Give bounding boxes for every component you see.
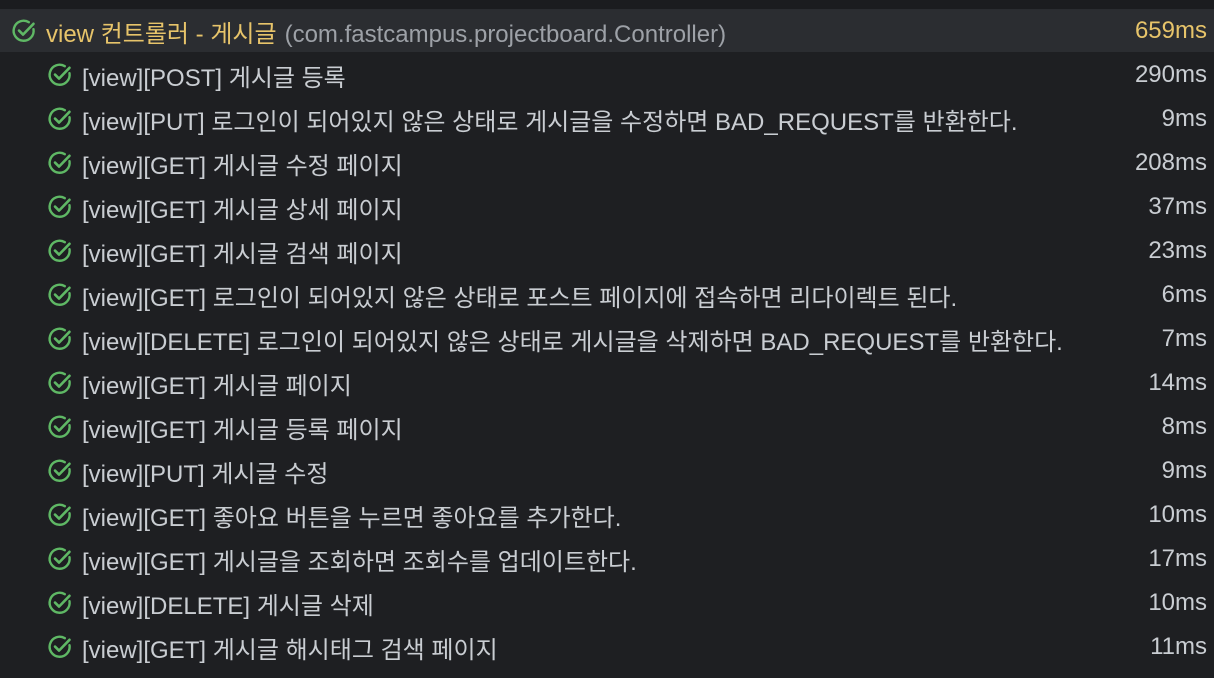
test-results-panel: view 컨트롤러 - 게시글 (com.fastcampus.projectbo… <box>0 0 1214 678</box>
test-name: [view][DELETE] 게시글 삭제 <box>82 592 374 620</box>
test-duration: 17ms <box>1148 545 1207 572</box>
check-circle-icon <box>46 633 74 661</box>
test-row[interactable]: [view][GET] 게시글 등록 페이지 8ms <box>0 405 1214 449</box>
test-row[interactable]: [view][DELETE] 로그인이 되어있지 않은 상태로 게시글을 삭제하… <box>0 317 1214 361</box>
test-name: [view][POST] 게시글 등록 <box>82 64 346 92</box>
test-name: [view][GET] 게시글 등록 페이지 <box>82 416 403 444</box>
test-name: [view][GET] 게시글 페이지 <box>82 372 352 400</box>
test-name: [view][GET] 게시글 해시태그 검색 페이지 <box>82 636 498 664</box>
test-row[interactable]: [view][POST] 게시글 등록 290ms <box>0 53 1214 97</box>
test-duration: 10ms <box>1148 589 1207 616</box>
test-suite-duration: 659ms <box>1134 17 1207 44</box>
check-circle-icon <box>46 457 74 485</box>
test-name: [view][PUT] 게시글 수정 <box>82 460 329 488</box>
test-name: [view][GET] 게시글을 조회하면 조회수를 업데이트한다. <box>82 548 637 576</box>
test-suite-row[interactable]: view 컨트롤러 - 게시글 (com.fastcampus.projectbo… <box>0 10 1214 52</box>
test-row[interactable]: [view][GET] 게시글 페이지 14ms <box>0 361 1214 405</box>
test-duration: 11ms <box>1150 633 1207 660</box>
test-duration: 23ms <box>1148 237 1207 264</box>
check-circle-icon <box>10 17 38 45</box>
check-circle-icon <box>46 105 74 133</box>
test-row[interactable]: [view][GET] 로그인이 되어있지 않은 상태로 포스트 페이지에 접속… <box>0 273 1214 317</box>
test-row[interactable]: [view][GET] 게시글을 조회하면 조회수를 업데이트한다. 17ms <box>0 537 1214 581</box>
check-circle-icon <box>46 369 74 397</box>
test-duration: 10ms <box>1148 501 1207 528</box>
check-circle-icon <box>46 589 74 617</box>
test-duration: 290ms <box>1134 61 1207 88</box>
test-name: [view][DELETE] 로그인이 되어있지 않은 상태로 게시글을 삭제하… <box>82 328 1063 356</box>
check-circle-icon <box>46 237 74 265</box>
test-duration: 14ms <box>1148 369 1207 396</box>
test-duration: 208ms <box>1134 149 1207 176</box>
test-name: [view][GET] 게시글 검색 페이지 <box>82 240 403 268</box>
test-row[interactable]: [view][GET] 게시글 수정 페이지 208ms <box>0 141 1214 185</box>
test-name: [view][PUT] 로그인이 되어있지 않은 상태로 게시글을 수정하면 B… <box>82 108 1018 136</box>
test-row[interactable]: [view][PUT] 게시글 수정 9ms <box>0 449 1214 493</box>
test-duration: 9ms <box>1161 105 1207 132</box>
test-row[interactable]: [view][GET] 게시글 해시태그 검색 페이지 11ms <box>0 625 1214 669</box>
check-circle-icon <box>46 61 74 89</box>
test-row[interactable]: [view][PUT] 로그인이 되어있지 않은 상태로 게시글을 수정하면 B… <box>0 97 1214 141</box>
check-circle-icon <box>46 545 74 573</box>
check-circle-icon <box>46 325 74 353</box>
test-name: [view][GET] 로그인이 되어있지 않은 상태로 포스트 페이지에 접속… <box>82 284 958 312</box>
test-suite-name: view 컨트롤러 - 게시글 <box>46 20 277 48</box>
test-duration: 9ms <box>1161 457 1207 484</box>
check-circle-icon <box>46 501 74 529</box>
check-circle-icon <box>46 149 74 177</box>
test-name: [view][GET] 게시글 수정 페이지 <box>82 152 403 180</box>
test-suite-package: (com.fastcampus.projectboard.Controller) <box>284 20 727 48</box>
test-name: [view][GET] 좋아요 버튼을 누르면 좋아요를 추가한다. <box>82 504 622 532</box>
check-circle-icon <box>46 413 74 441</box>
check-circle-icon <box>46 281 74 309</box>
check-circle-icon <box>46 193 74 221</box>
test-duration: 6ms <box>1161 281 1207 308</box>
test-duration: 37ms <box>1148 193 1207 220</box>
test-name: [view][GET] 게시글 상세 페이지 <box>82 196 403 224</box>
test-duration: 7ms <box>1161 325 1207 352</box>
test-row[interactable]: [view][GET] 좋아요 버튼을 누르면 좋아요를 추가한다. 10ms <box>0 493 1214 537</box>
test-row[interactable]: [view][GET] 게시글 상세 페이지 37ms <box>0 185 1214 229</box>
test-row[interactable]: [view][DELETE] 게시글 삭제 10ms <box>0 581 1214 625</box>
test-row[interactable]: [view][GET] 게시글 검색 페이지 23ms <box>0 229 1214 273</box>
test-suite-label: view 컨트롤러 - 게시글 (com.fastcampus.projectbo… <box>46 14 1135 49</box>
panel-top-divider <box>0 0 1214 10</box>
test-duration: 8ms <box>1161 413 1207 440</box>
